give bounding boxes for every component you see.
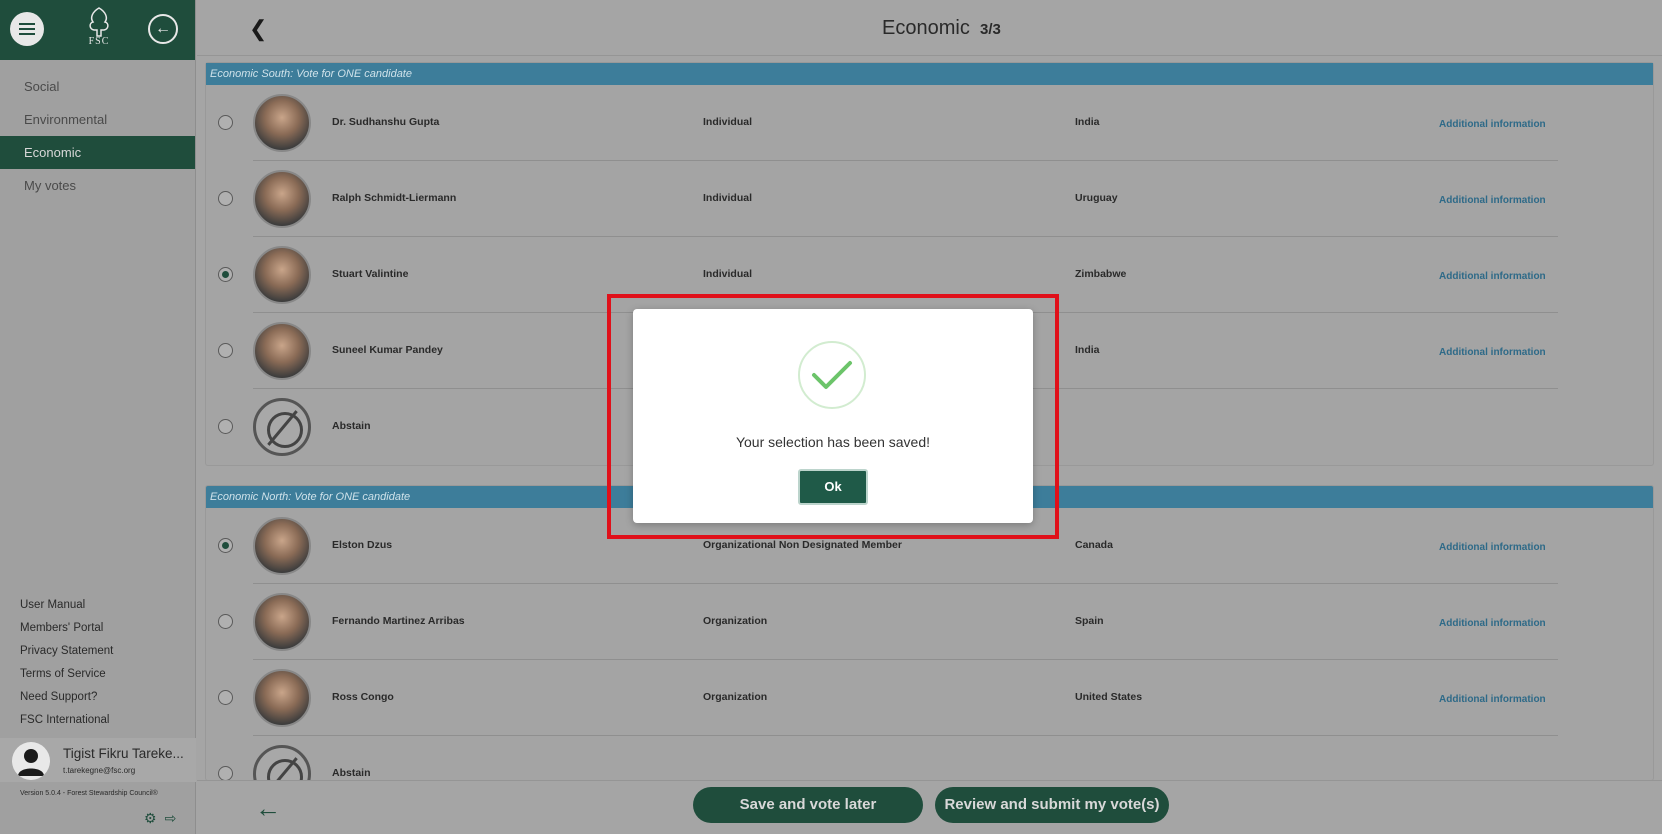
candidate-country: Zimbabwe <box>1075 268 1127 280</box>
additional-information-link[interactable]: Additional information <box>1439 618 1546 629</box>
candidate-name: Fernando Martinez Arribas <box>332 615 465 627</box>
gear-icon[interactable]: ⚙ <box>144 810 157 827</box>
sidebar-item-social[interactable]: Social <box>0 70 195 103</box>
candidate-name: Ralph Schmidt-Liermann <box>332 192 457 204</box>
candidate-country: India <box>1075 116 1100 128</box>
candidate-country: India <box>1075 344 1100 356</box>
candidate-photo <box>253 593 311 651</box>
additional-information-link[interactable]: Additional information <box>1439 195 1546 206</box>
candidate-photo <box>253 517 311 575</box>
arrow-left-icon[interactable]: ← <box>255 793 281 824</box>
candidate-name: Dr. Sudhanshu Gupta <box>332 116 440 128</box>
sidebar-nav: Social Environmental Economic My votes <box>0 70 195 202</box>
save-and-vote-later-button[interactable]: Save and vote later <box>693 787 923 823</box>
abstain-label: Abstain <box>332 767 371 779</box>
additional-information-link[interactable]: Additional information <box>1439 119 1546 130</box>
candidate-name: Ross Congo <box>332 691 394 703</box>
candidate-country: Uruguay <box>1075 192 1118 204</box>
sidebar-actions: ⚙ ⇨ <box>144 810 176 827</box>
avatar <box>12 742 50 780</box>
candidate-type: Individual <box>703 116 753 128</box>
chevron-left-icon[interactable]: ❮ <box>249 16 267 42</box>
review-and-submit-button[interactable]: Review and submit my vote(s) <box>935 787 1169 823</box>
candidate-row[interactable]: Ralph Schmidt-Liermann Individual Urugua… <box>206 161 1653 237</box>
fsc-logo: FSC <box>76 6 122 52</box>
page-title: Economic <box>882 17 970 39</box>
candidate-country: Canada <box>1075 539 1113 551</box>
highlight-box <box>607 294 1059 539</box>
members-portal-link[interactable]: Members' Portal <box>20 617 113 640</box>
candidate-type: Organizational Non Designated Member <box>703 539 902 551</box>
page-header: ❮ Economic 3/3 <box>197 0 1662 56</box>
candidate-type: Individual <box>703 268 753 280</box>
candidate-type: Organization <box>703 691 768 703</box>
abstain-icon <box>253 398 311 456</box>
candidate-photo <box>253 94 311 152</box>
candidate-photo <box>253 669 311 727</box>
candidate-radio-selected[interactable] <box>218 538 233 553</box>
sidebar-links: User Manual Members' Portal Privacy Stat… <box>20 594 113 732</box>
sidebar: FSC ← Social Environmental Economic My v… <box>0 0 196 834</box>
hamburger-menu-icon[interactable] <box>10 12 44 46</box>
user-profile[interactable]: Tigist Fikru Tareke... t.tarekegne@fsc.o… <box>0 738 196 782</box>
candidate-radio[interactable] <box>218 343 233 358</box>
candidate-country: Spain <box>1075 615 1104 627</box>
candidate-radio[interactable] <box>218 690 233 705</box>
collapse-sidebar-icon[interactable]: ← <box>148 14 178 44</box>
additional-information-link[interactable]: Additional information <box>1439 694 1546 705</box>
candidate-radio[interactable] <box>218 115 233 130</box>
candidate-row[interactable]: Dr. Sudhanshu Gupta Individual India Add… <box>206 85 1653 161</box>
candidate-type: Individual <box>703 192 753 204</box>
step-counter: 3/3 <box>980 21 1001 38</box>
candidate-name: Elston Dzus <box>332 539 393 551</box>
fsc-international-link[interactable]: FSC International <box>20 709 113 732</box>
sidebar-item-environmental[interactable]: Environmental <box>0 103 195 136</box>
candidate-radio[interactable] <box>218 614 233 629</box>
terms-of-service-link[interactable]: Terms of Service <box>20 663 113 686</box>
additional-information-link[interactable]: Additional information <box>1439 347 1546 358</box>
user-email: t.tarekegne@fsc.org <box>63 766 136 775</box>
additional-information-link[interactable]: Additional information <box>1439 271 1546 282</box>
candidate-photo <box>253 246 311 304</box>
abstain-row[interactable]: Abstain <box>206 736 1653 780</box>
candidate-row[interactable]: Fernando Martinez Arribas Organization S… <box>206 584 1653 660</box>
candidate-name: Suneel Kumar Pandey <box>332 344 443 356</box>
candidate-row[interactable]: Ross Congo Organization United States Ad… <box>206 660 1653 736</box>
privacy-statement-link[interactable]: Privacy Statement <box>20 640 113 663</box>
abstain-radio[interactable] <box>218 419 233 434</box>
sidebar-item-economic[interactable]: Economic <box>0 136 195 169</box>
need-support-link[interactable]: Need Support? <box>20 686 113 709</box>
candidate-radio[interactable] <box>218 191 233 206</box>
user-manual-link[interactable]: User Manual <box>20 594 113 617</box>
section-title: Economic South: Vote for ONE candidate <box>206 63 1653 85</box>
abstain-icon <box>253 745 311 780</box>
candidate-country: United States <box>1075 691 1143 703</box>
candidate-radio-selected[interactable] <box>218 267 233 282</box>
version-text: Version 5.0.4 - Forest Stewardship Counc… <box>20 790 158 797</box>
candidate-type: Organization <box>703 615 768 627</box>
abstain-radio[interactable] <box>218 766 233 780</box>
candidate-photo <box>253 322 311 380</box>
additional-information-link[interactable]: Additional information <box>1439 542 1546 553</box>
user-name: Tigist Fikru Tareke... <box>63 746 184 761</box>
sidebar-header: FSC ← <box>0 0 195 60</box>
page-footer: ← Save and vote later Review and submit … <box>197 780 1662 834</box>
abstain-label: Abstain <box>332 420 371 432</box>
candidate-name: Stuart Valintine <box>332 268 409 280</box>
candidate-photo <box>253 170 311 228</box>
sidebar-item-my-votes[interactable]: My votes <box>0 169 195 202</box>
logout-icon[interactable]: ⇨ <box>165 810 177 827</box>
